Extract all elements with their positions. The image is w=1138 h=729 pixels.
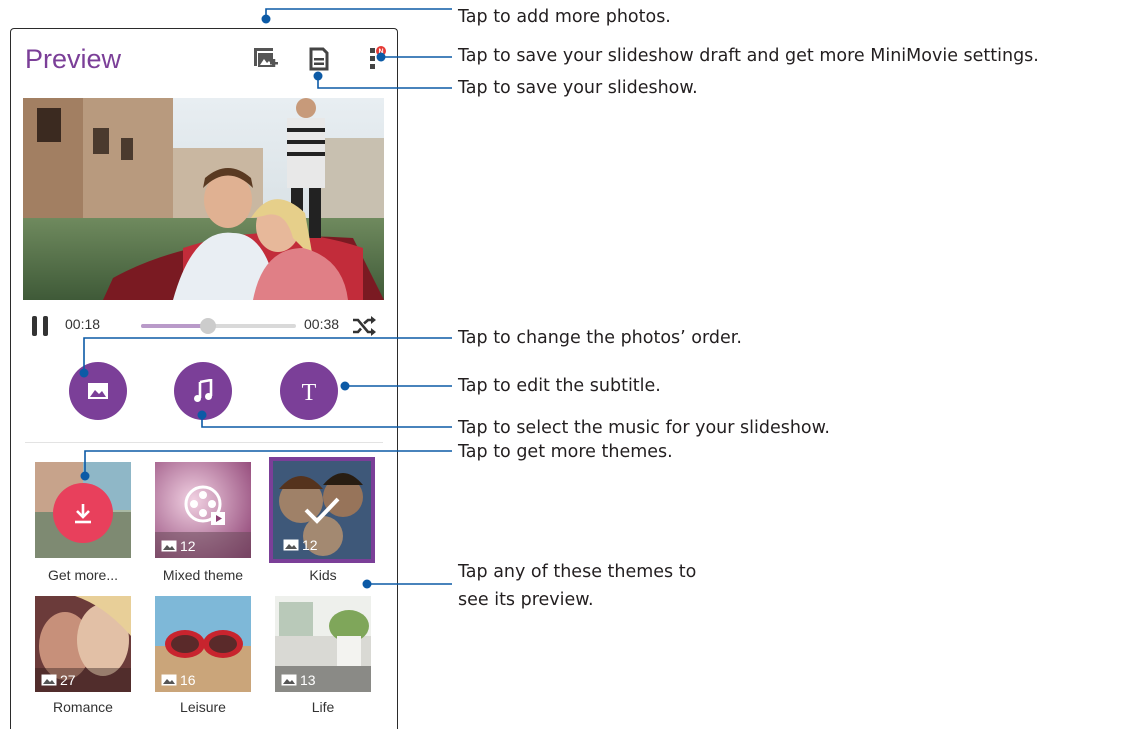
- callout-order: Tap to change the photos’ order.: [458, 328, 742, 348]
- callout-save-draft: Tap to save your slideshow draft and get…: [458, 46, 1039, 66]
- callout-subtitle: Tap to edit the subtitle.: [458, 376, 661, 396]
- callout-save: Tap to save your slideshow.: [458, 78, 698, 98]
- callout-more-themes: Tap to get more themes.: [458, 442, 673, 462]
- callout-music: Tap to select the music for your slidesh…: [458, 418, 830, 438]
- callout-add-photos: Tap to add more photos.: [458, 7, 671, 27]
- callout-themes-preview-line1: Tap any of these themes to: [458, 562, 697, 582]
- callout-themes-preview-line2: see its preview.: [458, 590, 594, 610]
